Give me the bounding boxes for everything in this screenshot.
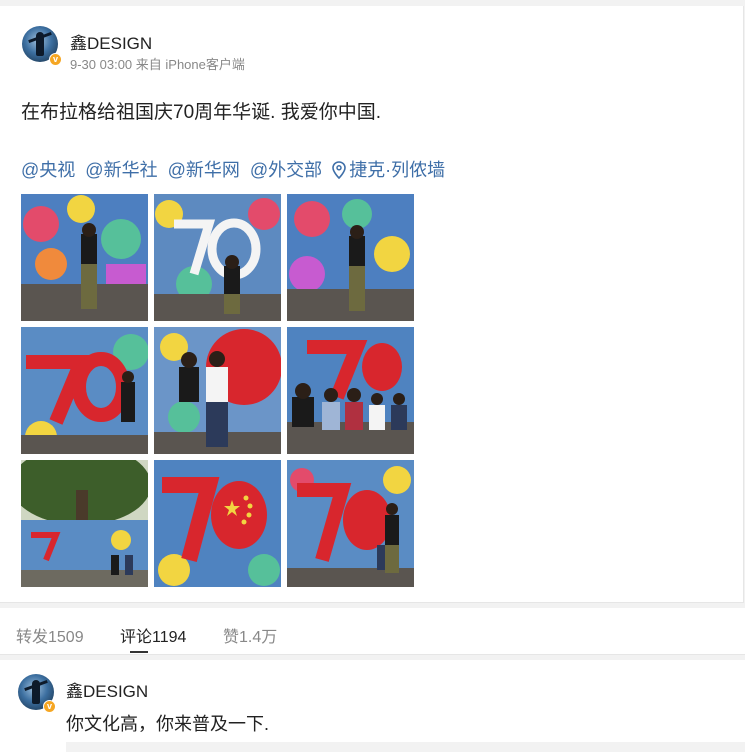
mention-link[interactable]: @新华网	[168, 160, 240, 180]
comment-text: 你文化高，你来普及一下.	[66, 714, 269, 734]
tab-comment[interactable]: 评论1194	[120, 623, 186, 647]
location-pin-icon	[332, 161, 346, 179]
post-card: v 鑫DESIGN 9-30 03:00 来自 iPhone客户端 在布拉格给祖…	[0, 6, 744, 603]
post-stats-bar: 转发1509 评论1194 赞1.4万	[0, 608, 745, 655]
photo-thumbnail[interactable]	[21, 194, 148, 321]
verified-badge-icon: v	[49, 53, 62, 66]
location-label: 捷克·列侬墙	[349, 160, 446, 180]
mention-link[interactable]: @央视	[21, 160, 75, 180]
location-link[interactable]: 捷克·列侬墙	[332, 160, 450, 180]
mention-link[interactable]: @外交部	[250, 160, 322, 180]
comment-item: v 鑫DESIGN 你文化高，你来普及一下.	[0, 660, 745, 752]
photo-grid	[21, 194, 414, 587]
post-meta: 9-30 03:00 来自 iPhone客户端	[70, 57, 245, 72]
mentions-row: @央视 @新华社 @新华网 @外交部 捷克·列侬墙	[21, 156, 455, 182]
tab-repost[interactable]: 转发1509	[16, 623, 84, 647]
tab-like[interactable]: 赞1.4万	[223, 623, 277, 647]
active-tab-indicator	[130, 651, 148, 653]
post-text: 在布拉格给祖国庆70周年华诞. 我爱你中国.	[21, 102, 381, 123]
photo-thumbnail[interactable]	[21, 460, 148, 587]
photo-thumbnail[interactable]	[287, 460, 414, 587]
verified-badge-icon: v	[43, 700, 56, 713]
mention-link[interactable]: @新华社	[85, 160, 157, 180]
photo-thumbnail[interactable]	[154, 460, 281, 587]
comment-reply-area	[66, 742, 745, 752]
post-username[interactable]: 鑫DESIGN	[70, 29, 152, 54]
comment-username[interactable]: 鑫DESIGN	[66, 677, 148, 702]
photo-thumbnail[interactable]	[287, 194, 414, 321]
photo-thumbnail[interactable]	[287, 327, 414, 454]
photo-thumbnail[interactable]	[154, 327, 281, 454]
photo-thumbnail[interactable]	[154, 194, 281, 321]
photo-thumbnail[interactable]	[21, 327, 148, 454]
